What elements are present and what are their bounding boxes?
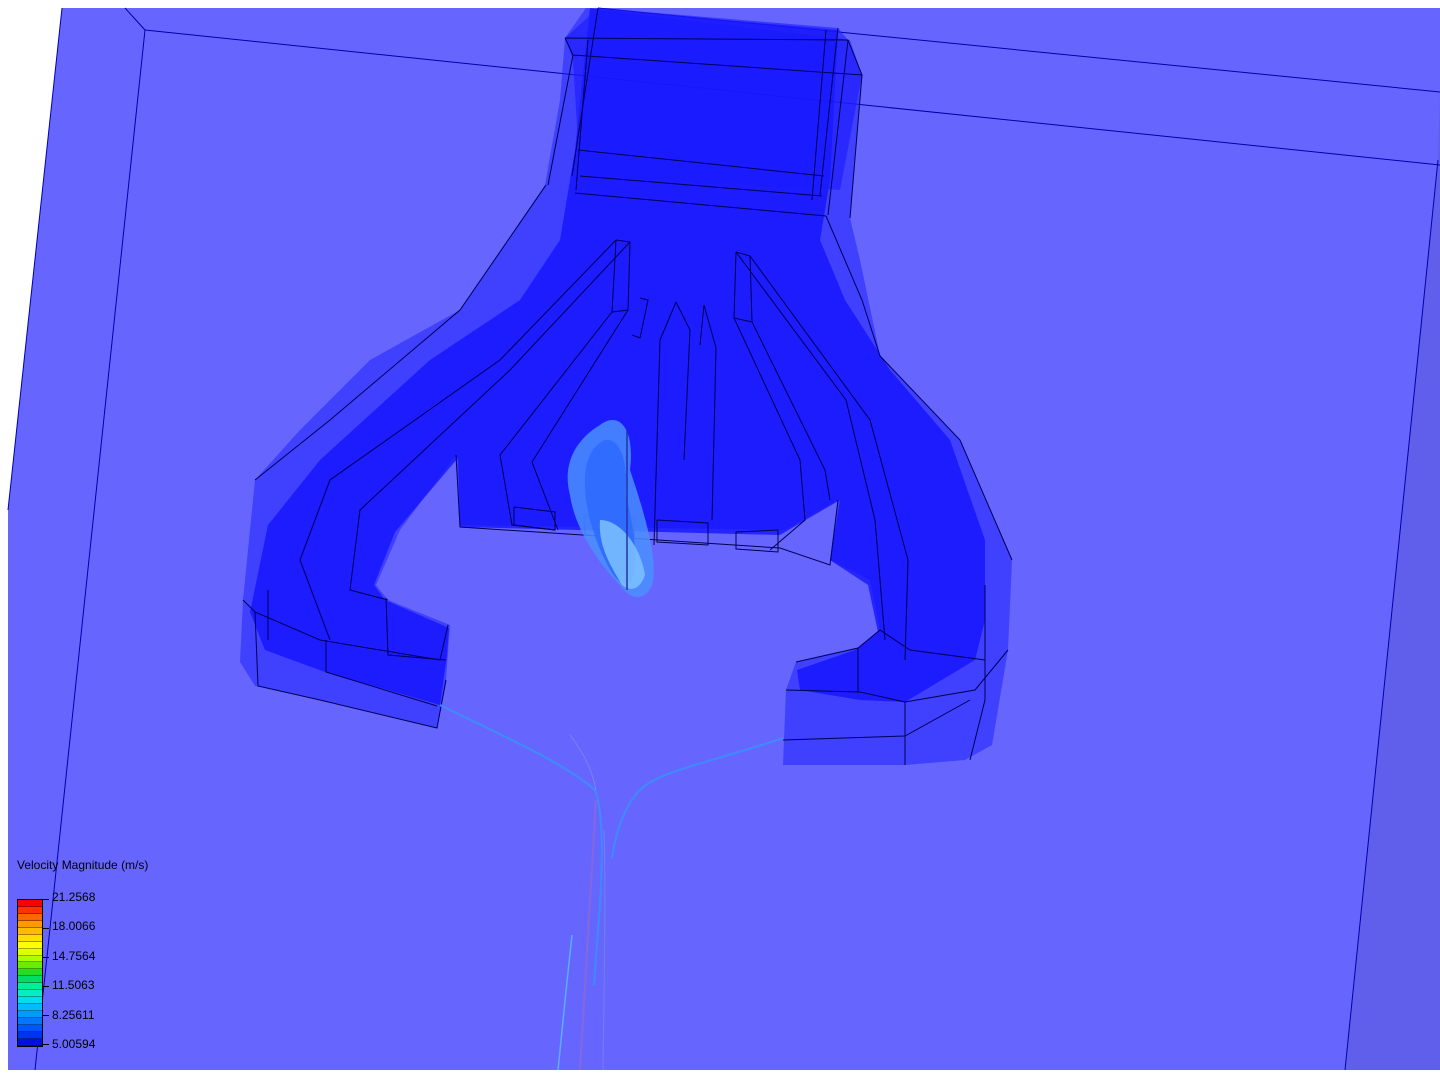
legend-swatch xyxy=(18,927,42,935)
legend-swatch xyxy=(18,962,42,970)
cfd-scene[interactable] xyxy=(0,0,1440,1080)
legend-swatch xyxy=(18,1024,42,1032)
legend-swatch xyxy=(18,913,42,921)
legend-tick-label: 5.00594 xyxy=(52,1037,96,1051)
legend-tick xyxy=(43,1015,49,1016)
legend-swatch xyxy=(18,955,42,963)
legend-tick-label: 14.7564 xyxy=(52,949,96,963)
legend-swatch xyxy=(18,1004,42,1011)
legend-swatch xyxy=(18,1017,42,1025)
legend-swatch xyxy=(18,997,42,1005)
legend-swatch xyxy=(18,969,42,977)
legend-colorbar xyxy=(17,899,43,1047)
legend-swatch xyxy=(18,1038,42,1046)
3d-viewport[interactable]: Velocity Magnitude (m/s) 21.2568 18.0066… xyxy=(0,0,1440,1080)
legend-tick-label: 21.2568 xyxy=(52,890,96,904)
legend-swatch xyxy=(18,948,42,956)
legend-swatch xyxy=(18,920,42,928)
legend-swatch xyxy=(18,941,42,949)
legend-swatch xyxy=(18,906,42,914)
legend-tick xyxy=(43,928,49,929)
legend-tick-label: 18.0066 xyxy=(52,919,96,933)
legend-swatch xyxy=(18,983,42,991)
legend-swatch xyxy=(18,934,42,942)
legend-swatch xyxy=(18,990,42,998)
legend-swatch xyxy=(18,976,42,984)
legend-tick xyxy=(43,957,49,958)
legend-tick xyxy=(43,1044,49,1045)
legend-swatch xyxy=(18,900,42,907)
inlet-block xyxy=(565,8,862,190)
legend-tick xyxy=(43,899,49,900)
legend-tick-label: 11.5063 xyxy=(52,978,95,992)
legend-swatch xyxy=(18,1011,42,1018)
velocity-legend: Velocity Magnitude (m/s) 21.2568 18.0066… xyxy=(17,858,207,1058)
legend-swatch xyxy=(18,1031,42,1039)
legend-title: Velocity Magnitude (m/s) xyxy=(17,858,149,872)
legend-tick-label: 8.25611 xyxy=(52,1008,95,1022)
legend-tick xyxy=(43,986,49,987)
